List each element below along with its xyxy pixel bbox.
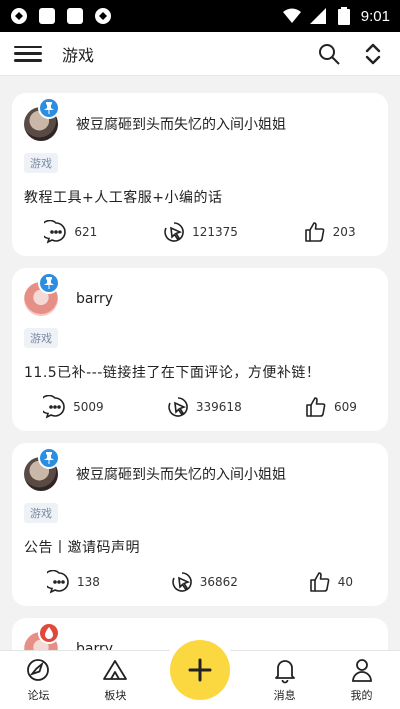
comment-icon <box>44 220 67 244</box>
signal-icon <box>309 7 327 25</box>
view-count: 121375 <box>192 225 238 239</box>
view-count: 339618 <box>195 400 242 414</box>
thumbs-up-icon <box>306 397 326 417</box>
status-time: 9:01 <box>360 7 390 25</box>
nav-forum[interactable]: 论坛 <box>0 656 77 703</box>
like-button[interactable]: 609 <box>304 395 357 419</box>
comment-count: 5009 <box>73 400 104 414</box>
views-stat: 339618 <box>166 395 242 419</box>
avatar[interactable] <box>24 622 60 650</box>
views-stat: 36862 <box>170 570 238 594</box>
nav-label: 我的 <box>350 689 373 702</box>
views-icon <box>164 222 184 242</box>
status-bar: 9:01 <box>0 0 400 32</box>
hot-icon <box>38 622 60 644</box>
create-post-button[interactable] <box>170 640 230 700</box>
author-name[interactable]: barry <box>76 641 113 650</box>
like-button[interactable]: 40 <box>308 570 353 594</box>
comment-count: 138 <box>76 575 100 589</box>
comment-count: 621 <box>74 225 98 239</box>
app-notification-icon <box>38 7 56 25</box>
nav-label: 论坛 <box>27 689 50 702</box>
like-count: 40 <box>337 575 354 589</box>
pin-icon <box>38 447 60 469</box>
thumbs-up-icon <box>304 222 325 242</box>
category-tag[interactable]: 游戏 <box>24 153 58 173</box>
tent-icon <box>103 660 128 680</box>
app-notification-icon <box>66 7 84 25</box>
post-title[interactable]: 公告丨邀请码声明 <box>24 537 388 557</box>
app-notification-icon <box>94 7 112 25</box>
pin-icon <box>38 97 60 119</box>
views-icon <box>168 397 188 417</box>
battery-icon <box>335 7 353 25</box>
post-title[interactable]: 11.5已补---链接挂了在下面评论，方便补链！ <box>24 362 388 382</box>
nav-label: 板块 <box>104 689 127 702</box>
avatar[interactable] <box>24 97 60 141</box>
view-count: 36862 <box>199 575 238 589</box>
compass-icon <box>27 659 50 681</box>
nav-boards[interactable]: 板块 <box>77 656 154 703</box>
search-icon[interactable] <box>316 41 342 67</box>
top-app-bar: 游戏 <box>0 32 400 76</box>
post-title[interactable]: 教程工具+人工客服+小编的话 <box>24 187 388 207</box>
comment-button[interactable]: 621 <box>44 220 97 244</box>
post-feed[interactable]: 被豆腐砸到头而失忆的入间小姐姐 游戏 教程工具+人工客服+小编的话 621 12… <box>0 76 400 650</box>
author-name[interactable]: 被豆腐砸到头而失忆的入间小姐姐 <box>76 464 286 484</box>
plus-icon <box>188 658 212 682</box>
post-card[interactable]: 被豆腐砸到头而失忆的入间小姐姐 游戏 公告丨邀请码声明 138 36862 40 <box>12 443 388 606</box>
sort-icon[interactable] <box>360 41 386 67</box>
nav-label: 消息 <box>273 689 296 702</box>
author-name[interactable]: barry <box>76 291 113 307</box>
nav-me[interactable]: 我的 <box>323 656 400 703</box>
wifi-icon <box>282 7 301 25</box>
menu-icon[interactable] <box>14 42 42 66</box>
avatar[interactable] <box>24 447 60 491</box>
author-name[interactable]: 被豆腐砸到头而失忆的入间小姐姐 <box>76 114 286 134</box>
category-tag[interactable]: 游戏 <box>24 503 58 523</box>
nav-messages[interactable]: 消息 <box>246 656 323 703</box>
comment-icon <box>43 395 65 419</box>
like-count: 203 <box>332 225 356 239</box>
comment-button[interactable]: 5009 <box>43 395 104 419</box>
post-card[interactable]: 被豆腐砸到头而失忆的入间小姐姐 游戏 教程工具+人工客服+小编的话 621 12… <box>12 93 388 256</box>
views-stat: 121375 <box>162 220 238 244</box>
like-count: 609 <box>333 400 357 414</box>
app-notification-icon <box>10 7 28 25</box>
comment-icon <box>46 570 69 594</box>
page-title: 游戏 <box>62 45 95 65</box>
views-icon <box>172 572 192 592</box>
avatar[interactable] <box>24 272 60 316</box>
pin-icon <box>38 272 60 294</box>
like-button[interactable]: 203 <box>303 220 356 244</box>
user-icon <box>351 659 372 682</box>
bell-icon <box>274 660 295 684</box>
thumbs-up-icon <box>309 572 330 592</box>
comment-button[interactable]: 138 <box>46 570 100 594</box>
category-tag[interactable]: 游戏 <box>24 328 58 348</box>
post-card[interactable]: barry 游戏 11.5已补---链接挂了在下面评论，方便补链！ 5009 3… <box>12 268 388 431</box>
